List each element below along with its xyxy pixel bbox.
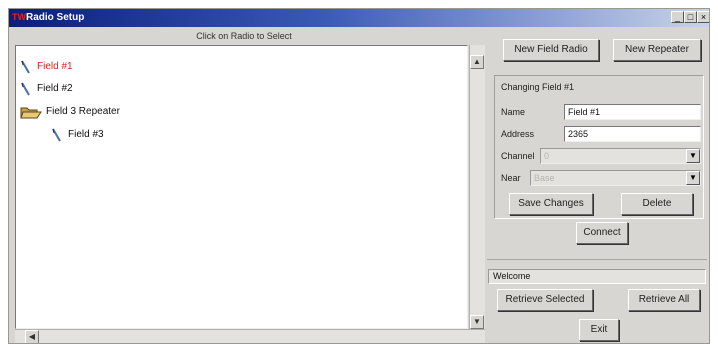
- edit-radio-group: Changing Field #1 Name Field #1 Address …: [494, 75, 704, 219]
- near-value: Base: [534, 173, 555, 183]
- radio-setup-window: TW Radio Setup _ □ × Click on Radio to S…: [8, 8, 710, 344]
- divider: [487, 259, 707, 260]
- app-icon: TW: [12, 12, 26, 22]
- window-title: Radio Setup: [26, 12, 85, 23]
- channel-select[interactable]: 0 ▼: [540, 148, 701, 164]
- tree-node-label: Field 3 Repeater: [46, 106, 120, 117]
- near-label: Near: [501, 173, 521, 183]
- channel-label: Channel: [501, 151, 535, 161]
- scroll-up-button[interactable]: ▲: [470, 55, 484, 69]
- tree-vertical-scrollbar[interactable]: ▲ ▼: [469, 45, 485, 329]
- name-field[interactable]: Field #1: [564, 104, 701, 120]
- name-label: Name: [501, 107, 526, 117]
- address-label: Address: [501, 129, 535, 139]
- minimize-button[interactable]: _: [671, 11, 684, 23]
- scroll-down-button[interactable]: ▼: [470, 315, 484, 329]
- retrieve-selected-button[interactable]: Retrieve Selected: [497, 289, 593, 311]
- save-changes-button[interactable]: Save Changes: [509, 193, 593, 215]
- radio-icon: [21, 82, 30, 96]
- tree-horizontal-scrollbar[interactable]: ◀: [15, 329, 485, 343]
- scroll-left-button[interactable]: ◀: [25, 330, 39, 343]
- tree-node-label: Field #3: [68, 129, 104, 140]
- delete-button[interactable]: Delete: [621, 193, 693, 215]
- near-select[interactable]: Base ▼: [530, 170, 701, 186]
- radio-icon: [21, 60, 30, 74]
- radio-icon: [52, 128, 61, 142]
- channel-value: 0: [544, 151, 550, 161]
- folder-open-icon: [20, 107, 42, 119]
- new-repeater-button[interactable]: New Repeater: [613, 39, 701, 61]
- connect-button[interactable]: Connect: [576, 222, 628, 244]
- close-button[interactable]: ×: [697, 11, 709, 23]
- chevron-down-icon[interactable]: ▼: [686, 171, 700, 185]
- new-field-radio-button[interactable]: New Field Radio: [503, 39, 599, 61]
- edit-heading: Changing Field #1: [501, 82, 575, 92]
- tree-node-label: Field #2: [37, 83, 73, 94]
- title-bar[interactable]: TW Radio Setup _ □ ×: [9, 9, 709, 27]
- retrieve-all-button[interactable]: Retrieve All: [628, 289, 700, 311]
- tree-hint: Click on Radio to Select: [196, 31, 292, 41]
- radio-tree[interactable]: Field #1 Field #2 Field 3 Repeater Field…: [15, 45, 468, 329]
- maximize-button[interactable]: □: [684, 11, 697, 23]
- address-field[interactable]: 2365: [564, 126, 701, 142]
- tree-node-label: Field #1: [37, 61, 73, 72]
- exit-button[interactable]: Exit: [579, 319, 619, 341]
- chevron-down-icon[interactable]: ▼: [686, 149, 700, 163]
- status-bar: Welcome: [488, 269, 706, 284]
